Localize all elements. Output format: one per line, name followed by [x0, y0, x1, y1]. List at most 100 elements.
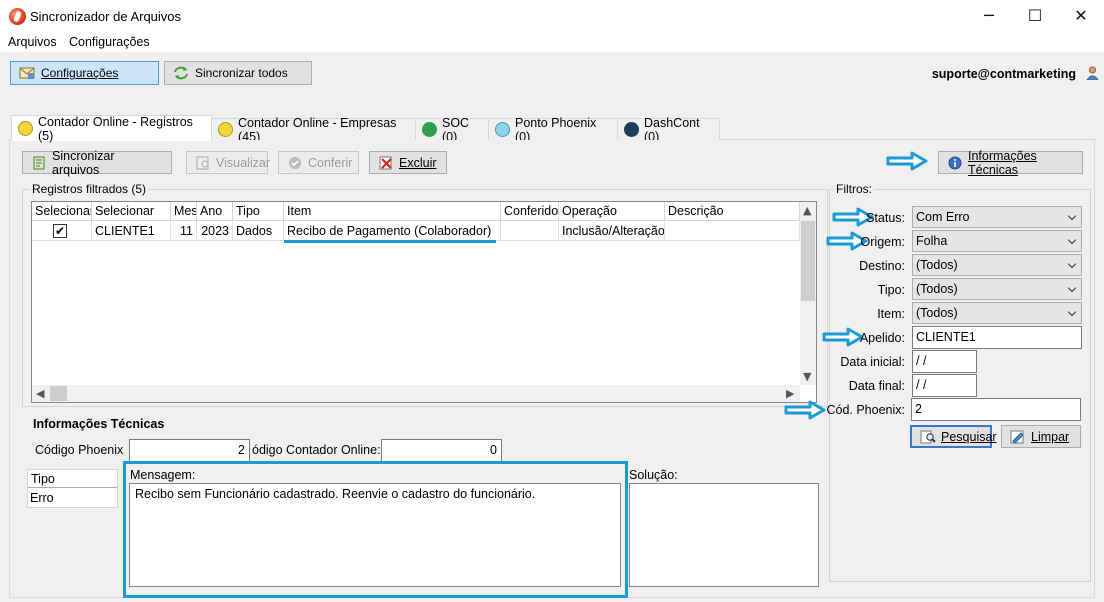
- codigo-phoenix-field[interactable]: 2: [129, 439, 250, 462]
- close-button[interactable]: ✕: [1058, 0, 1104, 32]
- sincronizar-todos-button[interactable]: Sincronizar todos: [164, 61, 312, 85]
- tab-label: Contador Online - Registros (5): [38, 114, 193, 143]
- column-header[interactable]: Descrição: [665, 202, 800, 221]
- user-account: suporte@contmarketing: [931, 67, 1076, 81]
- scroll-left-icon[interactable]: ◀: [36, 387, 44, 400]
- smiley-icon: [218, 122, 233, 137]
- origem-select[interactable]: Folha: [912, 230, 1082, 252]
- sync-icon: [174, 66, 188, 80]
- column-header[interactable]: Tipo: [233, 202, 284, 221]
- row-checkbox[interactable]: ✔: [53, 224, 67, 238]
- tab-contador-registros[interactable]: Contador Online - Registros (5): [11, 114, 212, 143]
- item-label: Item:: [877, 307, 905, 321]
- delete-icon: [379, 156, 392, 169]
- tab-soc[interactable]: SOC (0): [415, 116, 489, 144]
- destino-select[interactable]: (Todos): [912, 254, 1082, 276]
- table-cell[interactable]: [665, 222, 800, 241]
- minimize-button[interactable]: ─: [966, 0, 1012, 32]
- visualizar-button[interactable]: Visualizar: [186, 151, 270, 174]
- table-cell[interactable]: Dados: [233, 222, 284, 241]
- table-row-checkbox-cell[interactable]: ✔: [32, 222, 92, 241]
- column-header[interactable]: Selecionar: [32, 202, 92, 221]
- solucao-textarea[interactable]: [629, 483, 819, 587]
- maximize-button[interactable]: ☐: [1012, 0, 1058, 32]
- annotation-arrow-icon: [886, 151, 928, 171]
- column-header[interactable]: Mes: [171, 202, 197, 221]
- codigo-phoenix-label: Código Phoenix: [35, 443, 124, 457]
- status-select[interactable]: Com Erro: [912, 206, 1082, 228]
- table-cell[interactable]: CLIENTE1: [92, 222, 171, 241]
- info-icon: [948, 156, 962, 169]
- data-inicial-input[interactable]: / /: [912, 350, 977, 373]
- configuracoes-button[interactable]: Configurações: [10, 61, 159, 85]
- registros-group-title: Registros filtrados (5): [30, 182, 149, 196]
- table-cell[interactable]: 2023: [197, 222, 233, 241]
- menu-arquivos[interactable]: Arquivos: [8, 35, 57, 49]
- codigo-contador-label: ódigo Contador Online:: [252, 443, 381, 457]
- phoenix-icon: [495, 122, 510, 137]
- table-cell[interactable]: 11: [171, 222, 197, 241]
- search-icon: [920, 430, 936, 443]
- column-header[interactable]: Ano: [197, 202, 233, 221]
- dashcont-icon: [624, 122, 639, 137]
- sync-files-icon: [33, 156, 45, 169]
- tech-info-title: Informações Técnicas: [33, 417, 165, 431]
- sincronizar-todos-label: Sincronizar todos: [195, 66, 288, 80]
- table-cell[interactable]: [501, 222, 559, 241]
- tab-contador-empresas[interactable]: Contador Online - Empresas (45): [211, 116, 416, 144]
- apelido-input[interactable]: CLIENTE1: [912, 326, 1082, 349]
- sincronizar-arquivos-button[interactable]: Sincronizar arquivos: [22, 148, 172, 177]
- table-cell[interactable]: Inclusão/Alteração: [559, 222, 665, 241]
- sincronizar-arquivos-label: Sincronizar arquivos: [52, 148, 115, 177]
- data-final-input[interactable]: / /: [912, 374, 977, 397]
- codigo-contador-field[interactable]: 0: [381, 439, 502, 462]
- tipo-select[interactable]: (Todos): [912, 278, 1082, 300]
- tipo-value[interactable]: Erro: [30, 491, 54, 505]
- pesquisar-button[interactable]: Pesquisar: [910, 425, 997, 448]
- clear-icon: [1010, 430, 1024, 444]
- excluir-button[interactable]: Excluir: [369, 151, 447, 174]
- cod-phoenix-input[interactable]: 2: [911, 398, 1081, 421]
- window-title: Sincronizador de Arquivos: [30, 9, 182, 24]
- solucao-label: Solução:: [629, 468, 678, 482]
- horizontal-scrollbar[interactable]: [32, 385, 800, 402]
- cod-phoenix-label: Cód. Phoenix:: [826, 403, 905, 417]
- column-header[interactable]: Selecionar: [92, 202, 171, 221]
- view-icon: [196, 156, 209, 169]
- destino-label: Destino:: [859, 259, 905, 273]
- soc-icon: [422, 122, 437, 137]
- pesquisar-label: Pesquisar: [941, 429, 997, 444]
- app-logo-icon: [9, 8, 26, 25]
- informacoes-tecnicas-label: Informações Técnicas: [968, 148, 1037, 177]
- menu-bar: [0, 32, 1104, 52]
- annotation-highlight-box: [123, 461, 628, 598]
- conferir-button[interactable]: Conferir: [278, 151, 359, 174]
- informacoes-tecnicas-button[interactable]: Informações Técnicas: [938, 148, 1083, 177]
- check-circle-icon: [289, 156, 301, 169]
- data-inicial-label: Data inicial:: [840, 355, 905, 369]
- configuracoes-label: Configurações: [41, 66, 119, 80]
- data-final-label: Data final:: [848, 379, 905, 393]
- settings-envelope-icon: [19, 67, 35, 79]
- tipo-filter-label: Tipo:: [877, 283, 905, 297]
- item-select[interactable]: (Todos): [912, 302, 1082, 324]
- visualizar-label: Visualizar: [216, 155, 270, 170]
- status-label: Status:: [866, 211, 905, 225]
- origem-label: Origem:: [860, 235, 905, 249]
- horizontal-scroll-thumb[interactable]: [50, 386, 67, 401]
- filtros-group-title: Filtros:: [834, 182, 874, 196]
- column-header[interactable]: Operação: [559, 202, 665, 221]
- tab-dashcont[interactable]: DashCont (0): [617, 116, 720, 144]
- smiley-icon: [18, 121, 33, 136]
- annotation-underline: [284, 240, 496, 243]
- menu-configuracoes[interactable]: Configurações: [69, 35, 150, 49]
- excluir-label: Excluir: [399, 155, 437, 170]
- column-header[interactable]: Item: [284, 202, 501, 221]
- tab-ponto-phoenix[interactable]: Ponto Phoenix (0): [488, 116, 618, 144]
- limpar-label: Limpar: [1031, 429, 1070, 444]
- conferir-label: Conferir: [308, 155, 353, 170]
- limpar-button[interactable]: Limpar: [1001, 425, 1081, 448]
- table-cell[interactable]: Recibo de Pagamento (Colaborador): [284, 222, 501, 241]
- column-header[interactable]: Conferido: [501, 202, 559, 221]
- tipo-header[interactable]: Tipo: [28, 470, 117, 488]
